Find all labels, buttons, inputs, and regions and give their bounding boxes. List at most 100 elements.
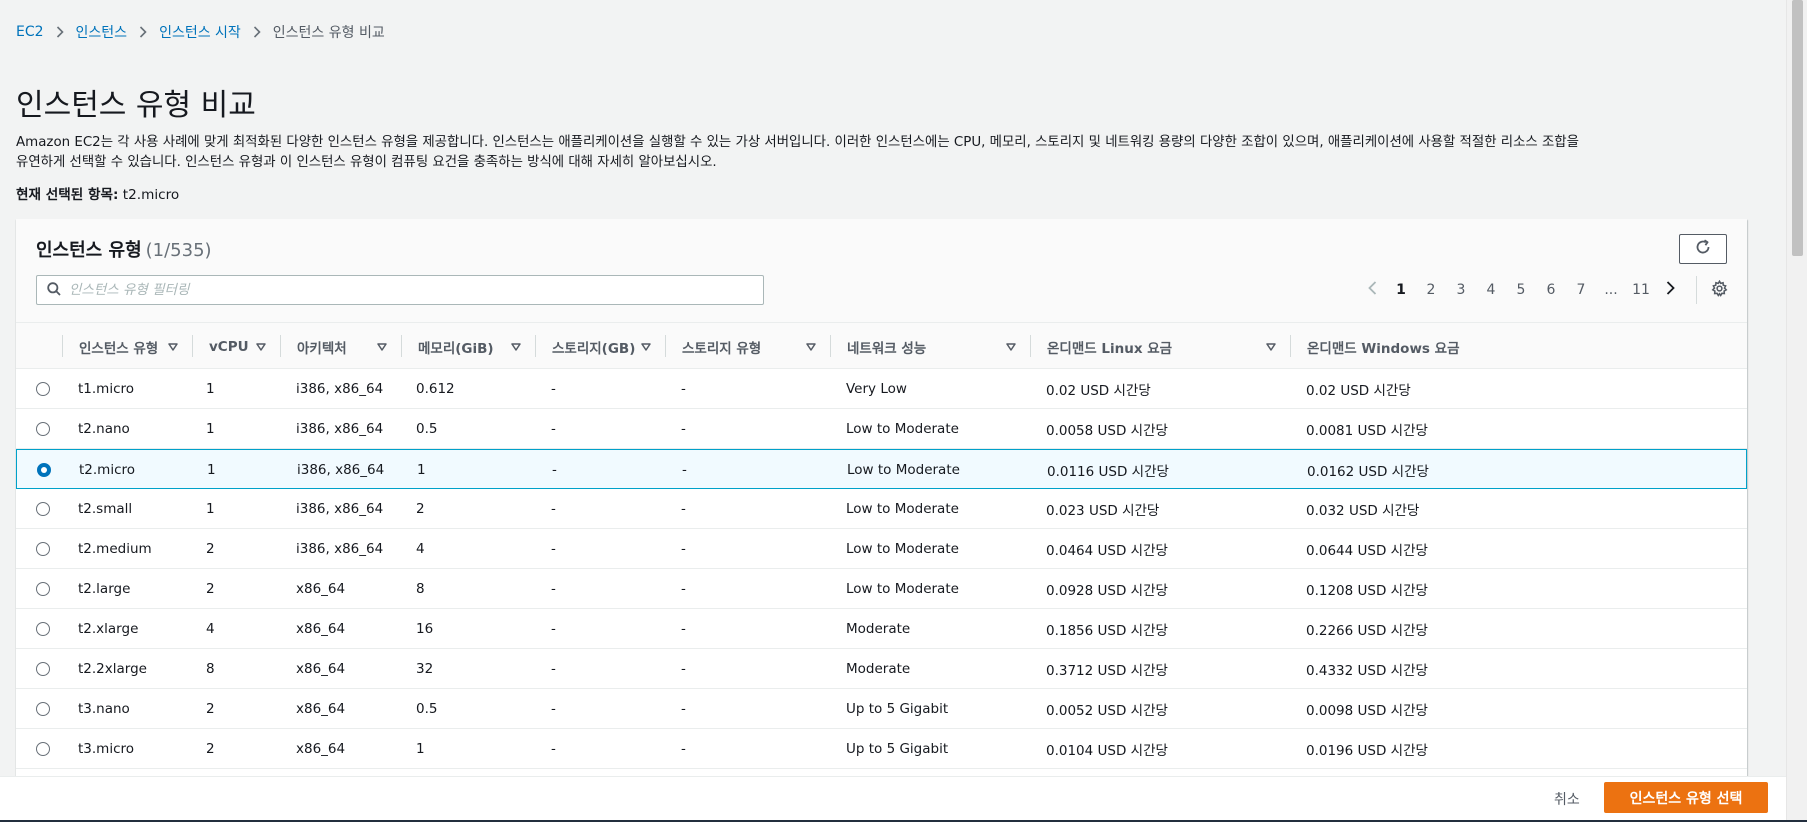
row-radio-button[interactable] [36,382,50,396]
cell-vcpu: 2 [206,701,215,717]
cell-network-performance: Moderate [846,661,911,677]
row-radio-button[interactable] [36,662,50,676]
cell-architecture: x86_64 [296,741,346,757]
cell-memory: 1 [416,741,425,757]
table-row[interactable]: t2.micro 1 i386, x86_64 1 - - Low to Moderate 0… [16,449,1747,489]
cell-network-performance: Very Low [846,381,907,397]
cell-architecture: i386, x86_64 [296,501,384,517]
page-5-button[interactable]: 5 [1506,282,1536,298]
cell-memory: 2 [416,501,425,517]
cell-storage: - [552,462,557,478]
cell-storage-type: - [681,501,686,517]
cell-vcpu: 1 [206,381,215,397]
cell-network-performance: Low to Moderate [847,462,960,478]
row-radio-button[interactable] [37,463,51,477]
table-row[interactable]: t2.nano 1 i386, x86_64 0.5 - - Low to Moderate… [16,409,1747,449]
page: EC2 인스턴스 인스턴스 시작 인스턴스 유형 비교 인스턴스 유형 비교 A… [0,0,1786,822]
table-row[interactable]: t3.nano 2 x86_64 0.5 - - Up to 5 Gigabit 0.0052… [16,689,1747,729]
cell-memory: 32 [416,661,434,677]
column-separator [830,335,831,357]
caret-down-icon [168,340,178,356]
breadcrumb-instances[interactable]: 인스턴스 [76,22,128,42]
table-row[interactable]: t2.2xlarge 8 x86_64 32 - - Moderate 0.3712 USD … [16,649,1747,689]
column-header-windows-price[interactable]: 온디맨드 Windows 요금 [1290,323,1747,370]
refresh-icon [1694,238,1712,260]
caret-down-icon [377,340,387,356]
page-scrollbar[interactable] [1786,0,1807,820]
page-7-button[interactable]: 7 [1566,282,1596,298]
table-row[interactable]: t2.xlarge 4 x86_64 16 - - Moderate 0.1856 USD 시… [16,609,1747,649]
cell-architecture: i386, x86_64 [297,462,385,478]
pagination-divider [1696,276,1697,304]
column-separator [1030,335,1031,357]
cell-network-performance: Low to Moderate [846,581,959,597]
panel-title: 인스턴스 유형 (1/535) [36,236,212,262]
cell-windows-price: 0.0196 USD 시간당 [1306,743,1428,759]
cell-instance-type: t2.medium [78,541,152,557]
footer-bar: 취소 인스턴스 유형 선택 [0,776,1786,820]
cell-storage-type: - [681,421,686,437]
column-separator [280,335,281,357]
cell-windows-price: 0.0081 USD 시간당 [1306,423,1428,439]
cell-windows-price: 0.0098 USD 시간당 [1306,703,1428,719]
instance-type-filter-input[interactable] [69,282,763,298]
cell-instance-type: t2.large [78,581,131,597]
instance-types-panel: 인스턴스 유형(1/535) 1 2 3 4 [16,219,1747,779]
table-row[interactable]: t2.large 2 x86_64 8 - - Low to Moderate 0.0928 … [16,569,1747,609]
cell-memory: 0.5 [416,701,438,717]
cell-linux-price: 0.0104 USD 시간당 [1046,743,1168,759]
cell-storage: - [551,581,556,597]
caret-down-icon [1006,340,1016,356]
refresh-button[interactable] [1679,234,1727,264]
column-header-storage-type[interactable]: 스토리지 유형 [665,323,830,370]
chevron-left-icon [1367,281,1377,299]
column-separator [62,335,63,357]
row-radio-button[interactable] [36,582,50,596]
page-3-button[interactable]: 3 [1446,282,1476,298]
row-radio-button[interactable] [36,502,50,516]
page-2-button[interactable]: 2 [1416,282,1446,298]
cell-instance-type: t1.micro [78,381,135,397]
page-11-button[interactable]: 11 [1626,282,1656,298]
cell-architecture: i386, x86_64 [296,421,384,437]
table-row[interactable]: t2.small 1 i386, x86_64 2 - - Low to Moderate 0… [16,489,1747,529]
breadcrumb-launch-instance[interactable]: 인스턴스 시작 [159,22,241,42]
row-radio-button[interactable] [36,542,50,556]
row-radio-button[interactable] [36,742,50,756]
row-radio-button[interactable] [36,422,50,436]
row-radio-button[interactable] [36,702,50,716]
row-radio-button[interactable] [36,622,50,636]
cell-storage-type: - [681,741,686,757]
page-6-button[interactable]: 6 [1536,282,1566,298]
column-header-network-performance[interactable]: 네트워크 성능 [830,323,1030,370]
column-header-instance-type[interactable]: 인스턴스 유형 [62,323,192,370]
previous-page-button[interactable] [1358,281,1386,299]
cell-storage: - [551,741,556,757]
cell-storage: - [551,421,556,437]
cell-storage: - [551,621,556,637]
preferences-button[interactable] [1711,279,1728,301]
cell-storage: - [551,701,556,717]
select-instance-type-button[interactable]: 인스턴스 유형 선택 [1604,782,1768,813]
column-header-architecture[interactable]: 아키텍처 [280,323,401,370]
cell-network-performance: Moderate [846,621,911,637]
next-page-button[interactable] [1656,281,1684,299]
column-header-linux-price[interactable]: 온디맨드 Linux 요금 [1030,323,1290,370]
cancel-button[interactable]: 취소 [1554,789,1580,809]
scrollbar-thumb[interactable] [1792,0,1803,256]
breadcrumb-ec2[interactable]: EC2 [16,24,44,40]
cell-windows-price: 0.1208 USD 시간당 [1306,583,1428,599]
table-row[interactable]: t3.micro 2 x86_64 1 - - Up to 5 Gigabit 0.0104 … [16,729,1747,769]
column-header-memory[interactable]: 메모리(GiB) [401,323,535,370]
column-header-storage[interactable]: 스토리지(GB) [535,323,665,370]
cell-linux-price: 0.023 USD 시간당 [1046,503,1160,519]
table-row[interactable]: t2.medium 2 i386, x86_64 4 - - Low to Moderate… [16,529,1747,569]
page-1-button[interactable]: 1 [1386,282,1416,298]
panel-title-text: 인스턴스 유형 [36,240,142,261]
cell-linux-price: 0.0464 USD 시간당 [1046,543,1168,559]
table-row[interactable]: t1.micro 1 i386, x86_64 0.612 - - Very Low 0.02… [16,369,1747,409]
page-4-button[interactable]: 4 [1476,282,1506,298]
cell-linux-price: 0.0116 USD 시간당 [1047,464,1169,480]
cell-storage-type: - [681,621,686,637]
column-header-vcpu[interactable]: vCPU [192,323,280,370]
